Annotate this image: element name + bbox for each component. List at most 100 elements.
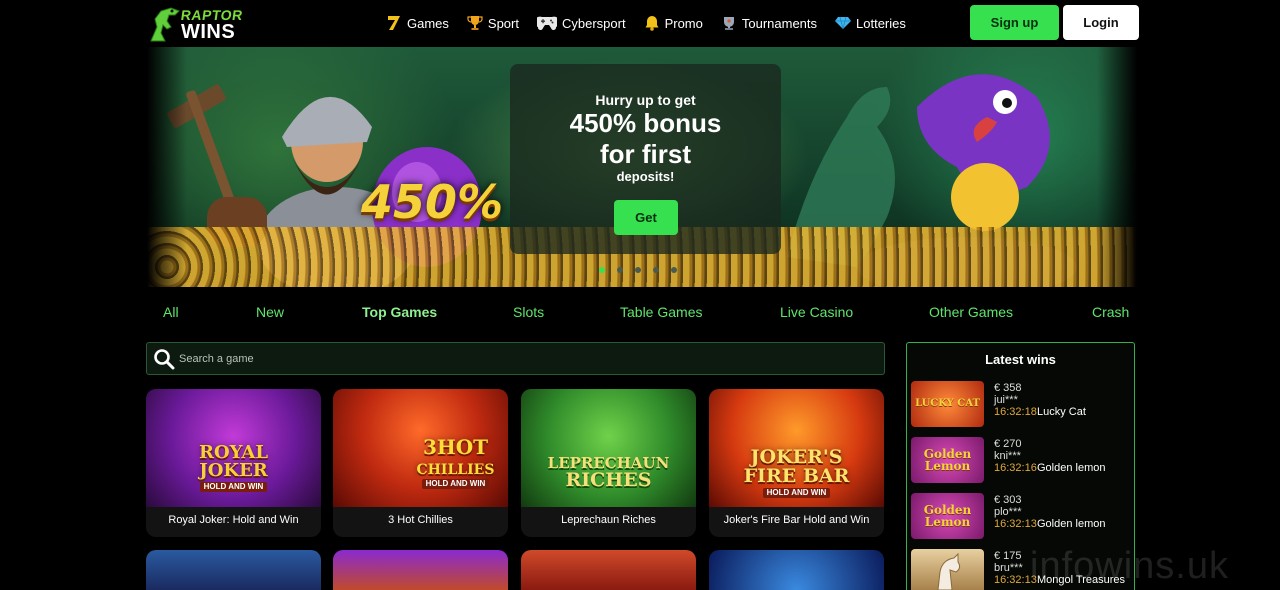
carousel-dot[interactable]	[617, 267, 623, 273]
win-amount: € 358	[994, 382, 1022, 394]
tab-slots[interactable]: Slots	[513, 304, 544, 320]
game-category-tabs: All New Top Games Slots Table Games Live…	[147, 304, 1137, 324]
nav-promo[interactable]: Promo	[644, 15, 703, 31]
nav-games-label: Games	[407, 15, 449, 31]
nav-sport-label: Sport	[487, 15, 519, 31]
carousel-dot[interactable]	[671, 267, 677, 273]
tab-live-casino[interactable]: Live Casino	[780, 304, 853, 320]
promo-line-3: for first	[600, 139, 691, 169]
win-row[interactable]: Golden Lemon € 303 plo*** 16:32:13 Golde…	[911, 491, 1131, 541]
tab-table-games[interactable]: Table Games	[620, 304, 702, 320]
game-title: Leprechaun Riches	[561, 514, 656, 526]
game-title: Royal Joker: Hold and Win	[168, 514, 299, 526]
win-game-thumbnail: Golden Lemon	[911, 437, 984, 483]
game-art-sub: HOLD AND WIN	[199, 482, 268, 492]
watermark-text: infowins.uk	[1030, 545, 1229, 587]
win-game-thumbnail: LUCKY CAT	[911, 381, 984, 427]
diamond-icon	[835, 15, 852, 31]
game-card[interactable]	[333, 550, 508, 590]
horse-icon	[936, 552, 960, 590]
game-card[interactable]	[146, 550, 321, 590]
win-game-name: Golden lemon	[1037, 518, 1106, 530]
carousel-dot[interactable]	[653, 267, 659, 273]
win-user: jui***	[994, 394, 1018, 406]
signup-button[interactable]: Sign up	[970, 5, 1059, 40]
search-input[interactable]	[179, 347, 869, 371]
nav-tournaments[interactable]: Tournaments	[721, 15, 817, 31]
game-title: 3 Hot Chillies	[388, 514, 453, 526]
game-thumbnail: ROYAL JOKER HOLD AND WIN	[146, 389, 321, 507]
win-game-thumbnail	[911, 549, 984, 590]
win-game-art: Golden Lemon	[923, 447, 972, 473]
win-time: 16:32:18	[994, 406, 1037, 418]
promo-line-4: deposits!	[616, 169, 675, 184]
win-user: plo***	[994, 506, 1022, 518]
win-time: 16:32:16	[994, 462, 1037, 474]
login-button[interactable]: Login	[1063, 5, 1139, 40]
tab-top-games[interactable]: Top Games	[362, 304, 437, 320]
game-thumbnail: JOKER'S FIRE BAR HOLD AND WIN	[709, 389, 884, 507]
win-game-thumbnail: Golden Lemon	[911, 493, 984, 539]
game-card[interactable]: JOKER'S FIRE BAR HOLD AND WIN Joker's Fi…	[709, 389, 884, 537]
nav-sport[interactable]: Sport	[467, 15, 519, 31]
tab-crash[interactable]: Crash	[1092, 304, 1129, 320]
game-thumbnail: 3HOT CHILLIES HOLD AND WIN	[333, 389, 508, 507]
nav-games[interactable]: Games	[386, 15, 449, 31]
game-search	[146, 342, 885, 375]
logo-text-wins: WINS	[181, 21, 236, 43]
game-card[interactable]	[521, 550, 696, 590]
tab-all[interactable]: All	[163, 304, 179, 320]
raptor-icon	[150, 7, 180, 42]
win-user: bru***	[994, 562, 1023, 574]
game-title: Joker's Fire Bar Hold and Win	[723, 514, 870, 526]
win-row[interactable]: Golden Lemon € 270 kni*** 16:32:16 Golde…	[911, 435, 1131, 485]
raptor-wins-logo[interactable]: RAPTOR WINS	[147, 3, 244, 43]
cup-icon	[721, 15, 737, 31]
nav-cybersport-label: Cybersport	[561, 15, 626, 31]
trophy-icon	[467, 15, 483, 31]
game-card[interactable]	[709, 550, 884, 590]
win-row[interactable]: LUCKY CAT € 358 jui*** 16:32:18 Lucky Ca…	[911, 379, 1131, 429]
promo-line-2: 450% bonus	[569, 108, 722, 138]
win-game-art: LUCKY CAT	[915, 398, 980, 409]
get-bonus-button[interactable]: Get	[614, 200, 678, 235]
tab-new[interactable]: New	[256, 304, 284, 320]
promo-line-1: Hurry up to get	[595, 92, 696, 108]
win-amount: € 303	[994, 494, 1022, 506]
promo-banner[interactable]: 450% Hurry up to get 450% bonus for firs…	[147, 47, 1137, 287]
win-time: 16:32:13	[994, 518, 1037, 530]
win-user: kni***	[994, 450, 1021, 462]
game-thumbnail: LEPRECHAUN RICHES	[521, 389, 696, 507]
tab-other-games[interactable]: Other Games	[929, 304, 1013, 320]
nav-promo-label: Promo	[664, 15, 703, 31]
nav-lotteries-label: Lotteries	[856, 15, 906, 31]
nav-tournaments-label: Tournaments	[741, 15, 818, 31]
promo-card: Hurry up to get 450% bonus for first dep…	[510, 64, 781, 254]
banner-percent-badge: 450%	[361, 175, 504, 229]
search-icon	[154, 349, 175, 370]
carousel-dots	[599, 267, 689, 273]
carousel-dot[interactable]	[599, 267, 605, 273]
carousel-dot[interactable]	[635, 267, 641, 273]
win-game-name: Lucky Cat	[1037, 406, 1086, 418]
game-card[interactable]: ROYAL JOKER HOLD AND WIN Royal Joker: Ho…	[146, 389, 321, 537]
banner-fade-left	[147, 47, 187, 287]
main-nav: Games Sport Cybersport Promo Tournaments…	[386, 12, 924, 34]
game-art-line2: FIRE BAR	[743, 465, 850, 487]
bell-icon	[644, 15, 660, 31]
gamepad-icon	[536, 15, 557, 31]
win-amount: € 175	[994, 550, 1022, 562]
game-art-line2: RICHES	[565, 469, 652, 491]
win-amount: € 270	[994, 438, 1022, 450]
nav-lotteries[interactable]: Lotteries	[835, 15, 906, 31]
game-card[interactable]: 3HOT CHILLIES HOLD AND WIN 3 Hot Chillie…	[333, 389, 508, 537]
game-art-sub: HOLD AND WIN	[762, 488, 831, 498]
game-art-line2: JOKER	[199, 460, 268, 481]
seven-icon	[386, 15, 402, 31]
game-art-line2: CHILLIES	[416, 462, 495, 478]
banner-fade-right	[1097, 47, 1137, 287]
game-card[interactable]: LEPRECHAUN RICHES Leprechaun Riches	[521, 389, 696, 537]
game-art-sub: HOLD AND WIN	[421, 479, 490, 489]
nav-cybersport[interactable]: Cybersport	[536, 15, 626, 31]
game-art-line1: 3HOT	[422, 435, 489, 459]
